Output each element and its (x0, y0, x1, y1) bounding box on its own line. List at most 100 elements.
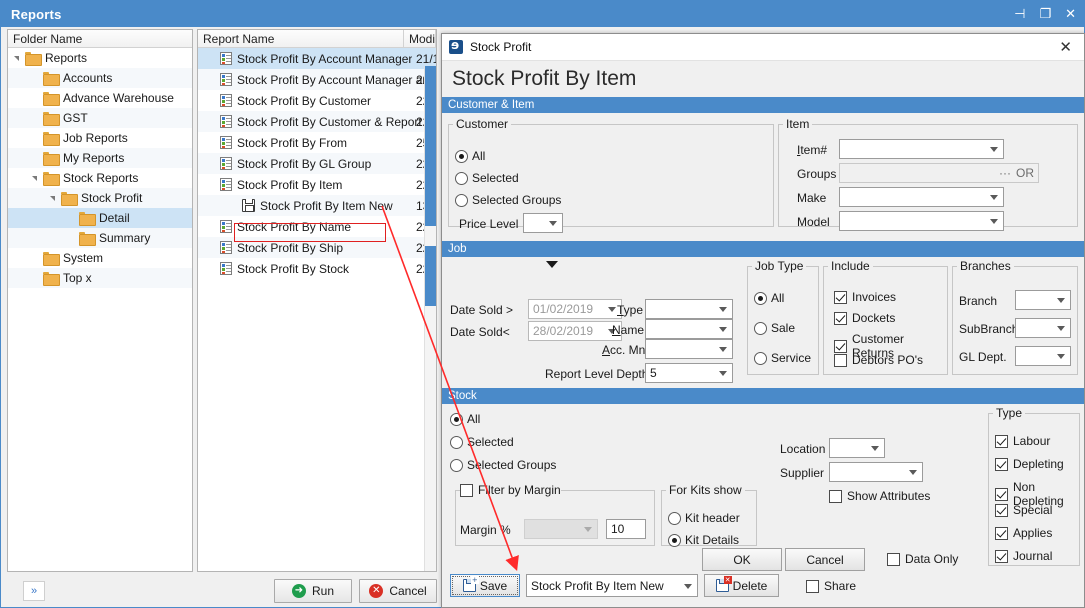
scrollbar-thumb-secondary[interactable] (425, 246, 436, 306)
gl-dept-select[interactable] (1015, 346, 1071, 366)
tree-item-stock-profit[interactable]: Stock Profit (8, 188, 192, 208)
table-row[interactable]: Stock Profit By From25/1 (198, 132, 436, 153)
table-row[interactable]: Stock Profit By Account Manager and22/1 (198, 69, 436, 90)
item-number-select[interactable] (839, 139, 1004, 159)
share-checkbox[interactable]: Share (806, 579, 856, 593)
table-row[interactable]: Stock Profit By Item New13/0 (198, 195, 436, 216)
folder-icon (43, 112, 58, 124)
model-select[interactable] (839, 211, 1004, 231)
stock-option-selected[interactable]: Selected (450, 435, 514, 449)
close-icon[interactable]: ✕ (1065, 8, 1076, 21)
delete-button[interactable]: ✕ Delete (704, 574, 779, 597)
customer-option-selected[interactable]: Selected (455, 171, 519, 185)
groups-or-affordance[interactable]: ··· OR (999, 166, 1034, 180)
table-row[interactable]: Stock Profit By Stock22/1 (198, 258, 436, 279)
price-level-select[interactable] (523, 213, 563, 233)
folder-icon (43, 172, 58, 184)
groups-field[interactable]: ··· OR (839, 163, 1039, 183)
report-list[interactable]: Stock Profit By Account Manager21/1Stock… (198, 48, 436, 571)
show-attributes-checkbox[interactable]: Show Attributes (829, 489, 930, 503)
restore-icon[interactable]: ❐ (1039, 8, 1051, 21)
column-header-report-name[interactable]: Report Name (198, 30, 404, 47)
tree-item-top-x[interactable]: Top x (8, 268, 192, 288)
supplier-select[interactable] (829, 462, 923, 482)
type-special-checkbox[interactable]: Special (995, 503, 1052, 517)
table-row[interactable]: Stock Profit By Customer22/1 (198, 90, 436, 111)
type-depleting-checkbox[interactable]: Depleting (995, 457, 1064, 471)
scrollbar-thumb[interactable] (425, 66, 436, 226)
tree-item-detail[interactable]: Detail (8, 208, 192, 228)
groups-ellipsis-button[interactable]: ··· (999, 166, 1011, 180)
date-sold-gt-value: 01/02/2019 (533, 302, 593, 316)
stock-option-all[interactable]: All (450, 412, 480, 426)
location-select[interactable] (829, 438, 885, 458)
margin-value-input[interactable]: 10 (606, 519, 646, 539)
include-invoices-checkbox[interactable]: Invoices (834, 290, 896, 304)
pin-icon[interactable]: ⊣ (1014, 8, 1025, 21)
table-row[interactable]: Stock Profit By Ship22/1 (198, 237, 436, 258)
folder-tree[interactable]: ReportsAccountsAdvance WarehouseGSTJob R… (8, 48, 192, 571)
job-type-option-sale[interactable]: Sale (754, 321, 795, 335)
table-row[interactable]: Stock Profit By GL Group22/1 (198, 153, 436, 174)
dialog-close-icon[interactable]: ✕ (1059, 40, 1072, 55)
job-type-option-service[interactable]: Service (754, 351, 811, 365)
ok-button[interactable]: OK (702, 548, 782, 571)
tree-item-accounts[interactable]: Accounts (8, 68, 192, 88)
stock-option-selected-groups[interactable]: Selected Groups (450, 458, 556, 472)
tree-item-label: Summary (99, 231, 150, 245)
make-select[interactable] (839, 187, 1004, 207)
job-type-option-all[interactable]: All (754, 291, 784, 305)
job-name-select[interactable] (645, 319, 733, 339)
tree-item-reports[interactable]: Reports (8, 48, 192, 68)
page-title: Reports (11, 7, 62, 22)
tree-collapse-icon[interactable] (32, 174, 41, 183)
data-only-checkbox[interactable]: Data Only (887, 552, 958, 566)
radio-icon (450, 413, 463, 426)
table-row[interactable]: Stock Profit By Customer & Report L22/1 (198, 111, 436, 132)
type-journal-checkbox[interactable]: Journal (995, 549, 1052, 563)
type-applies-checkbox[interactable]: Applies (995, 526, 1052, 540)
tree-item-my-reports[interactable]: My Reports (8, 148, 192, 168)
tree-item-summary[interactable]: Summary (8, 228, 192, 248)
tree-expand-spacer (32, 134, 41, 143)
report-name-cell: Stock Profit By Stock (237, 262, 349, 276)
subbranch-select[interactable] (1015, 318, 1071, 338)
include-group: Include Invoices Dockets Customer Return… (823, 259, 948, 375)
customer-option-all[interactable]: All (455, 149, 485, 163)
save-button[interactable]: + Save (450, 574, 520, 597)
tree-item-system[interactable]: System (8, 248, 192, 268)
margin-operator-select[interactable] (524, 519, 598, 539)
run-button[interactable]: ➜ Run (274, 579, 352, 603)
include-debtors-po-checkbox[interactable]: Debtors PO's (834, 353, 923, 367)
kit-details-option[interactable]: Kit Details (668, 533, 739, 547)
tree-item-job-reports[interactable]: Job Reports (8, 128, 192, 148)
tree-item-stock-reports[interactable]: Stock Reports (8, 168, 192, 188)
filter-by-margin-checkbox[interactable]: Filter by Margin (460, 483, 561, 497)
job-expand-chevron-icon[interactable] (546, 261, 558, 268)
expander-button[interactable]: » (23, 581, 45, 601)
tree-collapse-icon[interactable] (50, 194, 59, 203)
type-labour-checkbox[interactable]: Labour (995, 434, 1050, 448)
table-row[interactable]: Stock Profit By Account Manager21/1 (198, 48, 436, 69)
customer-option-selected-groups[interactable]: Selected Groups (455, 193, 561, 207)
column-header-modified[interactable]: Modi (404, 30, 436, 47)
tree-item-advance-warehouse[interactable]: Advance Warehouse (8, 88, 192, 108)
job-type-select[interactable] (645, 299, 733, 319)
branch-select[interactable] (1015, 290, 1071, 310)
date-sold-lt-select[interactable]: 28/02/2019 (528, 321, 622, 341)
table-row[interactable]: Stock Profit By Item22/1 (198, 174, 436, 195)
report-list-scrollbar[interactable] (424, 66, 436, 571)
include-dockets-checkbox[interactable]: Dockets (834, 311, 895, 325)
acc-mng-select[interactable] (645, 339, 733, 359)
kit-header-option[interactable]: Kit header (668, 511, 740, 525)
tree-item-gst[interactable]: GST (8, 108, 192, 128)
table-row[interactable]: Stock Profit By Name22/1 (198, 216, 436, 237)
job-type-group-legend: Job Type (752, 259, 806, 273)
dialog-cancel-button[interactable]: Cancel (785, 548, 865, 571)
dialog-titlebar: Stock Profit ✕ (442, 34, 1084, 61)
date-sold-gt-select[interactable]: 01/02/2019 (528, 299, 622, 319)
tree-collapse-icon[interactable] (14, 54, 23, 63)
saved-report-select[interactable]: Stock Profit By Item New (526, 574, 698, 597)
cancel-button[interactable]: ✕ Cancel (359, 579, 437, 603)
report-level-depth-select[interactable]: 5 (645, 363, 733, 383)
